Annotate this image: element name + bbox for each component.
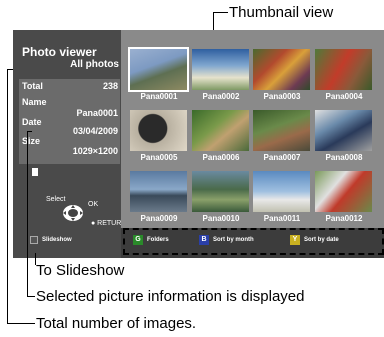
thumbnail-1[interactable] [128,47,189,92]
thumbnail-label: Pana0007 [263,153,301,162]
app-title: Photo viewer [22,45,97,59]
callout-line [7,323,35,324]
thumbnail-4[interactable] [315,49,372,90]
slideshow-label: Slideshow [42,237,72,243]
callout-to-slideshow: To Slideshow [36,262,125,279]
thumbnail-label: Pana0011 [263,214,301,223]
thumbnail-3[interactable] [253,49,310,90]
select-hint: Select [46,196,66,203]
thumbnail-label: Pana0008 [325,153,363,162]
view-mode-label: All photos [70,59,119,70]
size-value: 1029×1200 [72,146,118,156]
thumbnail-label: Pana0004 [325,92,363,101]
thumbnail-label: Pana0001 [140,92,178,101]
thumbnail-label: Pana0012 [325,214,363,223]
date-label: Date [22,117,42,127]
callout-total-images: Total number of images. [36,315,197,332]
thumbnail-label: Pana0005 [140,153,178,162]
thumbnail-8[interactable] [315,110,372,151]
callout-line [7,69,8,323]
thumbnail-2[interactable] [192,49,249,90]
thumbnail-label: Pana0009 [140,214,178,223]
sort-options-highlight [123,228,384,255]
thumbnail-label: Pana0006 [202,153,240,162]
thumbnail-12[interactable] [315,171,372,212]
total-label: Total [22,81,43,91]
red-key-icon [30,236,38,244]
dpad-icon [63,205,83,221]
thumbnail-5[interactable] [130,110,187,151]
callout-line [27,296,35,297]
callout-thumbnail-view: Thumbnail view [229,4,334,21]
name-label: Name [22,97,47,107]
thumbnail-11[interactable] [253,171,310,212]
thumbnail-9[interactable] [130,171,187,212]
document-icon [32,168,38,176]
thumbnail-10[interactable] [192,171,249,212]
thumbnail-7[interactable] [253,110,310,151]
thumbnail-label: Pana0002 [202,92,240,101]
thumbnail-label: Pana0010 [202,214,240,223]
ok-hint: OK [88,201,99,208]
thumbnail-6[interactable] [192,110,249,151]
callout-line [213,12,228,13]
date-value: 03/04/2009 [72,126,118,136]
callout-line [27,131,28,296]
name-value: Pana0001 [76,108,118,118]
callout-selected-info: Selected picture information is displaye… [36,288,305,305]
size-label: Size [22,136,41,146]
total-count: 238 [102,81,118,91]
thumbnail-label: Pana0003 [263,92,301,101]
